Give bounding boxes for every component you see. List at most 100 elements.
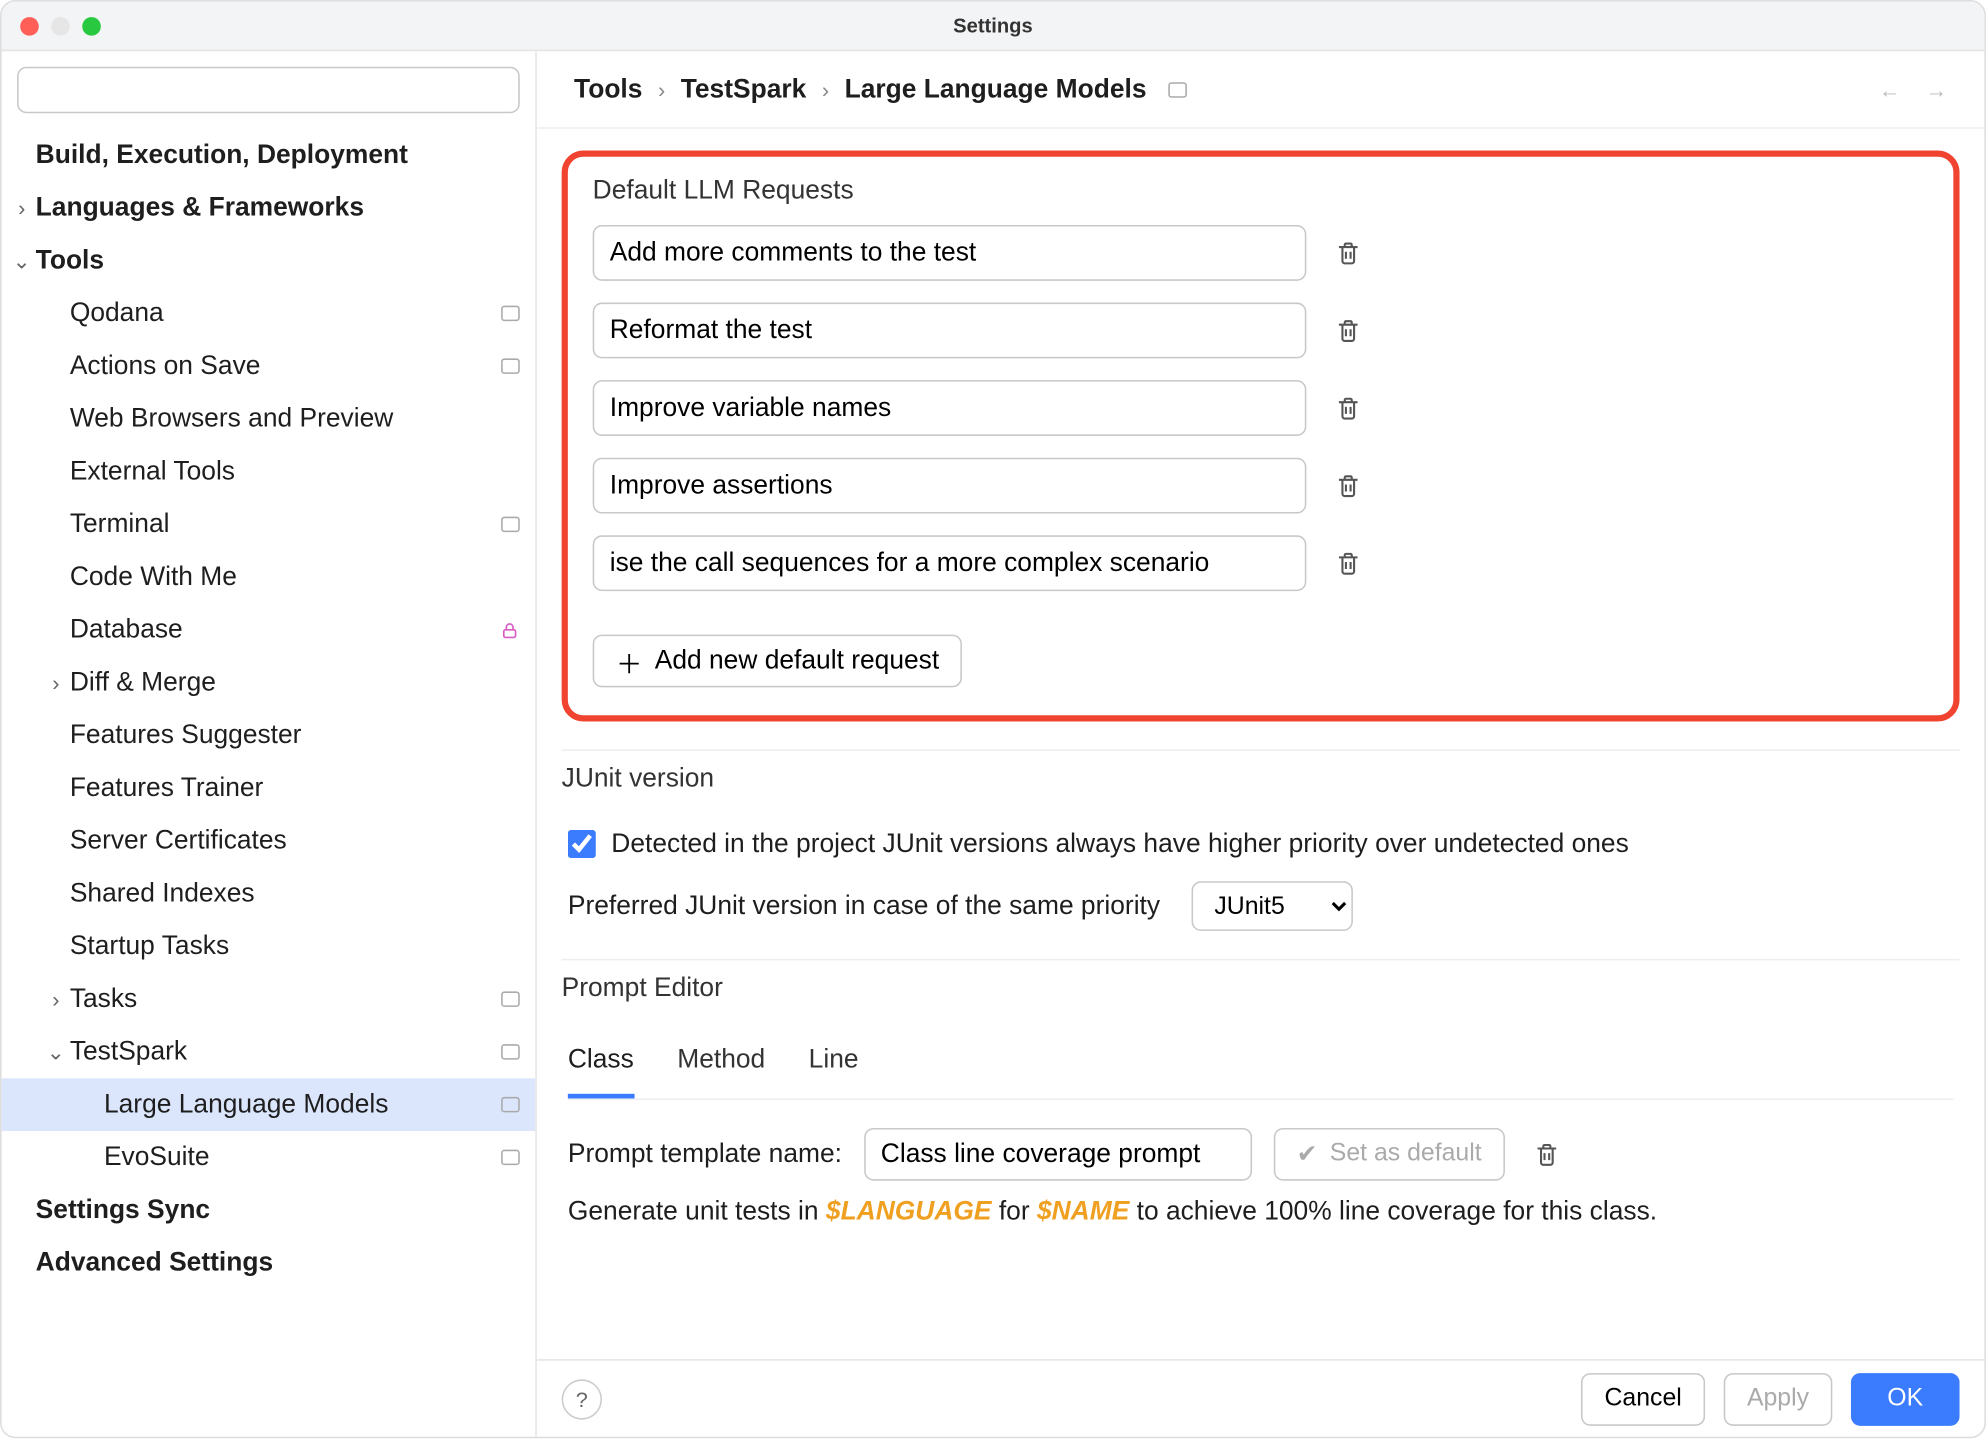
prompt-body-suffix: to achieve 100% line coverage for this c… [1129, 1196, 1657, 1225]
default-requests-title: Default LLM Requests [593, 175, 1929, 206]
tree-item-actions-on-save[interactable]: ›Actions on Save [2, 340, 536, 393]
tab-class[interactable]: Class [568, 1032, 634, 1099]
tree-item-features-suggester[interactable]: ›Features Suggester [2, 709, 536, 762]
separator-badge-icon [501, 1097, 520, 1113]
tree-item-label: Languages & Frameworks [36, 192, 520, 223]
delete-request-button[interactable] [1328, 310, 1368, 350]
tree-item-settings-sync[interactable]: ›Settings Sync [2, 1184, 536, 1237]
tree-item-build-execution-deployment[interactable]: ›Build, Execution, Deployment [2, 129, 536, 182]
cancel-button[interactable]: Cancel [1581, 1372, 1705, 1425]
template-name-input[interactable] [864, 1128, 1252, 1181]
content-scroll[interactable]: Default LLM Requests ＋ Add new default r… [537, 129, 1985, 1359]
set-default-button[interactable]: ✔ Set as default [1273, 1128, 1505, 1181]
settings-tree[interactable]: ›Build, Execution, Deployment›Languages … [2, 129, 536, 1437]
preferred-junit-select[interactable]: JUnit5 [1191, 881, 1352, 931]
window-title: Settings [953, 14, 1033, 37]
tree-item-label: Qodana [70, 298, 501, 329]
apply-button[interactable]: Apply [1724, 1372, 1833, 1425]
tree-item-evosuite[interactable]: ›EvoSuite [2, 1131, 536, 1184]
prompt-body-prefix: Generate unit tests in [568, 1196, 826, 1225]
tree-item-label: Tools [36, 245, 520, 276]
tree-item-terminal[interactable]: ›Terminal [2, 498, 536, 551]
add-default-request-button[interactable]: ＋ Add new default request [593, 635, 963, 688]
tree-item-code-with-me[interactable]: ›Code With Me [2, 551, 536, 604]
tree-item-shared-indexes[interactable]: ›Shared Indexes [2, 867, 536, 920]
tree-item-features-trainer[interactable]: ›Features Trainer [2, 762, 536, 815]
prompt-body[interactable]: Generate unit tests in $LANGUAGE for $NA… [568, 1196, 1953, 1227]
crumb-testspark[interactable]: TestSpark [681, 74, 807, 105]
tab-line[interactable]: Line [809, 1032, 859, 1099]
default-request-row [593, 380, 1929, 436]
separator-badge-icon [501, 358, 520, 374]
tree-item-label: Terminal [70, 509, 501, 540]
separator-badge-icon [501, 991, 520, 1007]
chevron-right-icon[interactable]: › [42, 670, 70, 695]
tree-item-advanced-settings[interactable]: ›Advanced Settings [2, 1237, 536, 1290]
chevron-right-icon[interactable]: › [42, 987, 70, 1012]
search-input[interactable] [17, 67, 520, 114]
minimize-icon[interactable] [51, 16, 70, 35]
tree-item-external-tools[interactable]: ›External Tools [2, 445, 536, 498]
default-request-row [593, 458, 1929, 514]
back-icon[interactable]: ← [1879, 77, 1901, 102]
tree-item-large-language-models[interactable]: ›Large Language Models [2, 1078, 536, 1131]
tree-item-label: Features Suggester [70, 720, 520, 751]
help-button[interactable]: ? [562, 1379, 602, 1419]
breadcrumb: Tools › TestSpark › Large Language Model… [537, 51, 1985, 129]
prompt-editor-section: Prompt Editor ClassMethodLine Prompt tem… [562, 959, 1960, 1227]
lock-icon [500, 620, 520, 640]
tree-item-label: Build, Execution, Deployment [36, 140, 520, 171]
tree-item-tasks[interactable]: ›Tasks [2, 973, 536, 1026]
tree-item-label: Advanced Settings [36, 1247, 520, 1278]
chevron-right-icon[interactable]: › [8, 195, 36, 220]
default-request-input[interactable] [593, 458, 1307, 514]
template-name-label: Prompt template name: [568, 1139, 842, 1170]
junit-priority-checkbox[interactable] [568, 830, 596, 858]
separator-badge-icon [501, 517, 520, 533]
default-request-row [593, 535, 1929, 591]
crumb-tools[interactable]: Tools [574, 74, 642, 105]
bottom-bar: ? Cancel Apply OK [537, 1359, 1985, 1437]
tree-item-label: Features Trainer [70, 773, 520, 804]
default-request-row [593, 303, 1929, 359]
tree-item-web-browsers-and-preview[interactable]: ›Web Browsers and Preview [2, 393, 536, 446]
default-request-row [593, 225, 1929, 281]
tree-item-diff-merge[interactable]: ›Diff & Merge [2, 656, 536, 709]
ok-button[interactable]: OK [1851, 1372, 1960, 1425]
chevron-right-icon: › [822, 77, 829, 102]
close-icon[interactable] [20, 16, 39, 35]
breadcrumb-nav: ← → [1879, 77, 1947, 102]
default-request-input[interactable] [593, 303, 1307, 359]
junit-priority-label: Detected in the project JUnit versions a… [611, 829, 1628, 860]
tree-item-qodana[interactable]: ›Qodana [2, 287, 536, 340]
tree-item-tools[interactable]: ⌄Tools [2, 234, 536, 287]
tree-item-label: Tasks [70, 984, 501, 1015]
delete-request-button[interactable] [1328, 465, 1368, 505]
delete-request-button[interactable] [1328, 388, 1368, 428]
tab-method[interactable]: Method [677, 1032, 765, 1099]
default-request-input[interactable] [593, 380, 1307, 436]
prompt-body-mid: for [992, 1196, 1037, 1225]
delete-request-button[interactable] [1328, 233, 1368, 273]
tree-item-startup-tasks[interactable]: ›Startup Tasks [2, 920, 536, 973]
delete-template-button[interactable] [1527, 1134, 1567, 1174]
delete-request-button[interactable] [1328, 543, 1368, 583]
default-request-input[interactable] [593, 225, 1307, 281]
tree-item-label: Diff & Merge [70, 667, 520, 698]
chevron-right-icon: › [658, 77, 665, 102]
tree-item-testspark[interactable]: ⌄TestSpark [2, 1026, 536, 1079]
separator-badge-icon [1168, 81, 1187, 97]
crumb-llm[interactable]: Large Language Models [845, 74, 1147, 105]
chevron-down-icon[interactable]: ⌄ [42, 1039, 70, 1065]
chevron-down-icon[interactable]: ⌄ [8, 247, 36, 273]
tree-item-database[interactable]: ›Database [2, 604, 536, 657]
default-request-input[interactable] [593, 535, 1307, 591]
tree-item-languages-frameworks[interactable]: ›Languages & Frameworks [2, 182, 536, 235]
tree-item-label: Large Language Models [104, 1089, 501, 1120]
prompt-var-language: $LANGUAGE [826, 1196, 992, 1225]
check-icon: ✔ [1297, 1139, 1318, 1170]
tree-item-label: External Tools [70, 456, 520, 487]
maximize-icon[interactable] [82, 16, 101, 35]
separator-badge-icon [501, 306, 520, 322]
tree-item-server-certificates[interactable]: ›Server Certificates [2, 815, 536, 868]
